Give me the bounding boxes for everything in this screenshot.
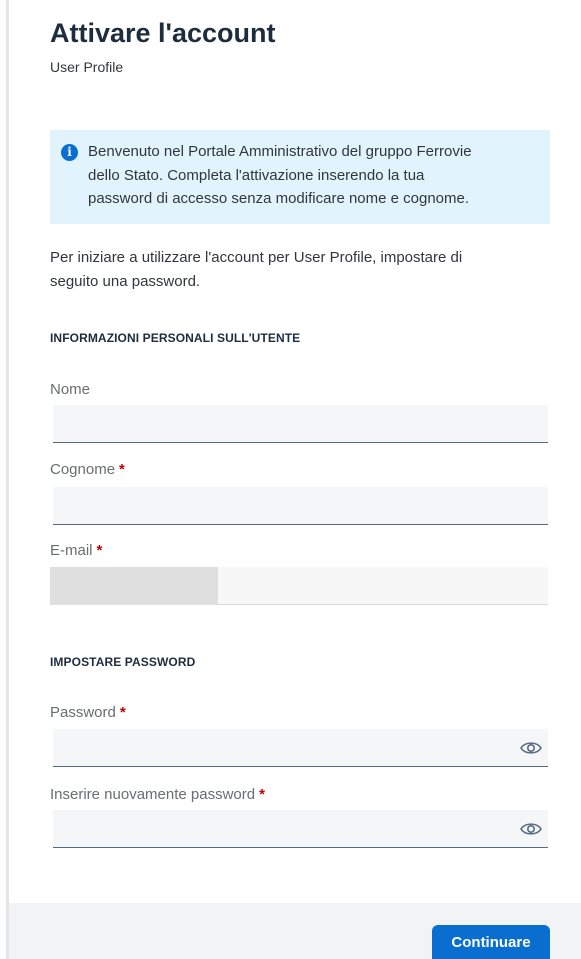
first-name-label-text: Nome [50,381,91,398]
info-message: i Benvenuto nel Portale Amministrativo d… [50,130,550,224]
required-marker: * [119,461,125,478]
first-name-input[interactable] [53,405,548,443]
continue-button[interactable]: Continuare [432,925,550,959]
confirm-password-label: Inserire nuovamente password * [50,786,265,803]
password-label: Password * [50,704,126,721]
email-input [218,567,548,605]
confirm-password-label-text: Inserire nuovamente password [50,786,256,803]
last-name-label: Cognome * [50,461,125,478]
info-line-3: password di accesso senza modificare nom… [88,190,470,207]
email-redacted-value [50,567,218,605]
password-label-text: Password [50,704,116,721]
required-marker: * [259,786,265,803]
required-marker: * [119,704,126,721]
info-line-2: dello Stato. Completa l'attivazione inse… [88,166,425,184]
intro-line-2: seguito una password. [50,273,201,290]
confirm-password-input[interactable] [53,810,548,848]
intro-line-1: Per iniziare a utilizzare l'account per … [50,249,463,266]
info-line-1: Benvenuto nel Portale Amministrativo del… [88,143,472,160]
last-name-label-text: Cognome [50,461,116,478]
page-subtitle: User Profile [50,59,124,75]
info-icon: i [61,144,78,161]
password-heading: IMPOSTARE PASSWORD [50,655,196,669]
last-name-input[interactable] [53,487,548,525]
first-name-label: Nome [50,381,90,398]
show-password-eye-icon[interactable] [520,740,542,756]
left-border [6,0,9,959]
email-label: E-mail * [50,542,102,559]
show-confirm-password-eye-icon[interactable] [520,821,542,837]
password-input[interactable] [53,729,548,767]
email-label-text: E-mail [50,542,93,559]
page-title: Attivare l'account [50,18,276,48]
intro-text: Per iniziare a utilizzare l'account per … [50,246,550,294]
personal-info-heading: INFORMAZIONI PERSONALI SULL'UTENTE [50,331,301,345]
required-marker: * [96,542,103,559]
